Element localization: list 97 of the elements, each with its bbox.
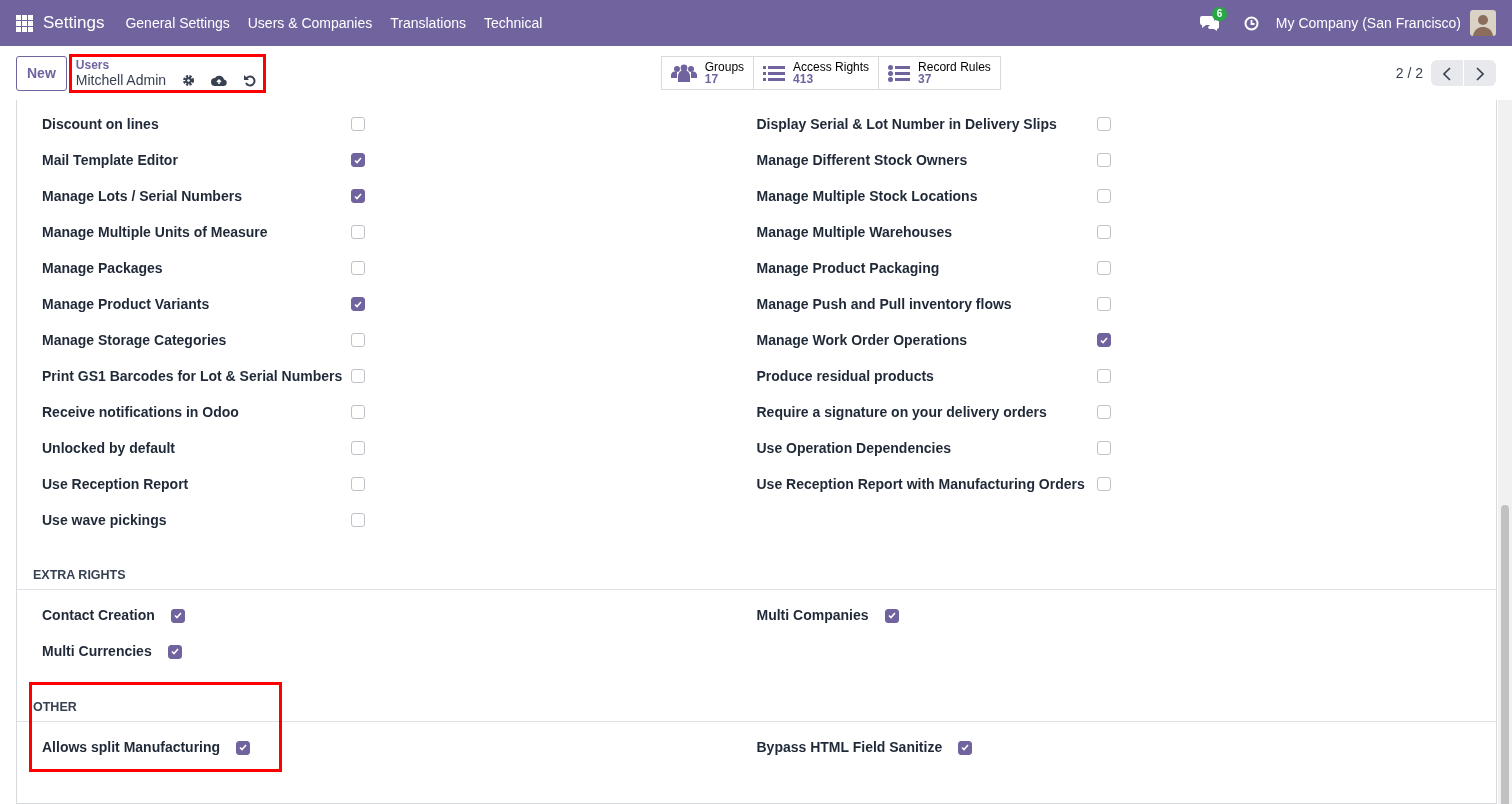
checkbox[interactable] bbox=[351, 333, 365, 347]
avatar-icon[interactable] bbox=[1470, 10, 1496, 36]
gear-icon[interactable] bbox=[182, 73, 196, 87]
field-label: Manage Different Stock Owners bbox=[756, 150, 969, 170]
field-label: Use Reception Report with Manufacturing Orders bbox=[756, 474, 1086, 494]
checkbox[interactable] bbox=[1096, 477, 1111, 491]
checkbox[interactable] bbox=[1096, 405, 1111, 419]
check-icon bbox=[1099, 336, 1108, 344]
app-title[interactable]: Settings bbox=[43, 10, 105, 36]
field-label: Require a signature on your delivery orders bbox=[756, 402, 1048, 422]
checkbox[interactable] bbox=[1096, 297, 1111, 311]
checkbox[interactable] bbox=[351, 261, 365, 275]
check-icon bbox=[354, 156, 362, 164]
field-label: Manage Multiple Stock Locations bbox=[756, 186, 979, 206]
check-icon bbox=[239, 744, 248, 751]
field-label: Mail Template Editor bbox=[42, 150, 179, 170]
check-icon bbox=[887, 612, 896, 620]
checkbox[interactable] bbox=[351, 153, 365, 167]
checkbox[interactable] bbox=[1096, 117, 1111, 131]
field-label: Use Operation Dependencies bbox=[756, 438, 952, 458]
field-label: Discount on lines bbox=[42, 114, 160, 134]
checkbox[interactable] bbox=[884, 608, 899, 623]
section-heading: OTHER bbox=[17, 697, 1496, 722]
section-heading: EXTRA RIGHTS bbox=[17, 566, 1496, 590]
smart-button[interactable]: Groups 17 bbox=[660, 56, 755, 90]
pager-counter: 2 / 2 bbox=[1395, 63, 1423, 83]
field-label: Manage Multiple Warehouses bbox=[756, 222, 953, 242]
scrollbar[interactable] bbox=[1498, 100, 1512, 804]
checkbox[interactable] bbox=[351, 189, 365, 203]
field-label: Allows split Manufacturing bbox=[42, 738, 221, 757]
field-label: Multi Currencies bbox=[42, 642, 152, 662]
smart-button[interactable]: Record Rules 37 bbox=[879, 56, 1001, 90]
checkbox[interactable] bbox=[351, 513, 365, 527]
field-label: Receive notifications in Odoo bbox=[42, 402, 240, 422]
field-label: Manage Work Order Operations bbox=[756, 330, 969, 350]
clock-icon[interactable] bbox=[1243, 15, 1259, 31]
smart-button[interactable]: Access Rights 413 bbox=[754, 56, 880, 90]
chevron-left-icon bbox=[1443, 66, 1451, 81]
checkbox[interactable] bbox=[1096, 333, 1111, 347]
check-icon bbox=[354, 192, 362, 200]
cloud-upload-icon[interactable] bbox=[211, 74, 228, 86]
checkbox[interactable] bbox=[170, 608, 185, 623]
field-label: Manage Push and Pull inventory flows bbox=[756, 294, 1013, 314]
check-icon bbox=[961, 744, 970, 751]
checkbox[interactable] bbox=[1096, 153, 1111, 167]
menu-item[interactable]: General Settings bbox=[116, 12, 239, 34]
menu-item[interactable]: Technical bbox=[475, 12, 552, 34]
checkbox[interactable] bbox=[351, 297, 365, 311]
checkbox[interactable] bbox=[167, 644, 182, 659]
field-label: Manage Storage Categories bbox=[42, 330, 228, 350]
scrollbar-thumb[interactable] bbox=[1501, 505, 1509, 804]
previous-button[interactable] bbox=[1431, 60, 1463, 86]
menu-item[interactable]: Users & Companies bbox=[238, 12, 382, 34]
checkbox[interactable] bbox=[351, 477, 365, 491]
new-button[interactable]: New bbox=[16, 55, 67, 91]
checkbox[interactable] bbox=[351, 405, 365, 419]
undo-icon[interactable] bbox=[243, 73, 257, 87]
field-label: Print GS1 Barcodes for Lot & Serial Numbers bbox=[42, 366, 344, 386]
checkbox[interactable] bbox=[351, 225, 365, 239]
chevron-right-icon bbox=[1476, 66, 1484, 81]
checkbox[interactable] bbox=[1096, 261, 1111, 275]
field-label: Manage Lots / Serial Numbers bbox=[42, 186, 243, 206]
next-button[interactable] bbox=[1464, 60, 1496, 86]
field-label: Manage Product Packaging bbox=[756, 258, 941, 278]
check-icon bbox=[354, 300, 362, 308]
message-count-badge: 6 bbox=[1211, 7, 1228, 21]
field-label: Multi Companies bbox=[756, 606, 869, 626]
list-icon bbox=[763, 64, 786, 82]
group-icon bbox=[670, 64, 697, 82]
checkbox[interactable] bbox=[958, 740, 973, 755]
checkbox[interactable] bbox=[351, 117, 365, 131]
checkbox[interactable] bbox=[351, 369, 365, 383]
breadcrumb-link[interactable]: Users bbox=[75, 57, 259, 72]
list-icon bbox=[888, 64, 911, 82]
field-label: Manage Packages bbox=[42, 258, 164, 278]
checkbox[interactable] bbox=[236, 740, 251, 755]
field-label: Manage Multiple Units of Measure bbox=[42, 222, 269, 242]
company-name[interactable]: My Company (San Francisco) bbox=[1266, 12, 1470, 34]
checkbox[interactable] bbox=[351, 441, 365, 455]
check-icon bbox=[173, 612, 182, 620]
field-label: Use Reception Report bbox=[42, 474, 190, 494]
field-label: Produce residual products bbox=[756, 366, 935, 386]
checkbox[interactable] bbox=[1096, 441, 1111, 455]
checkbox[interactable] bbox=[1096, 369, 1111, 383]
field-label: Manage Product Variants bbox=[42, 294, 211, 314]
field-label: Contact Creation bbox=[42, 606, 155, 626]
record-title: Mitchell Admin bbox=[75, 71, 167, 89]
check-icon bbox=[170, 648, 179, 656]
checkbox[interactable] bbox=[1096, 225, 1111, 239]
field-label: Bypass HTML Field Sanitize bbox=[756, 738, 943, 757]
field-label: Unlocked by default bbox=[42, 438, 177, 458]
apps-grid-icon[interactable] bbox=[16, 14, 33, 32]
checkbox[interactable] bbox=[1096, 189, 1111, 203]
field-label: Use wave pickings bbox=[42, 510, 168, 530]
field-label: Display Serial & Lot Number in Delivery Slips bbox=[756, 114, 1058, 134]
menu-item[interactable]: Translations bbox=[381, 12, 475, 34]
chat-icon[interactable] bbox=[1199, 15, 1220, 31]
